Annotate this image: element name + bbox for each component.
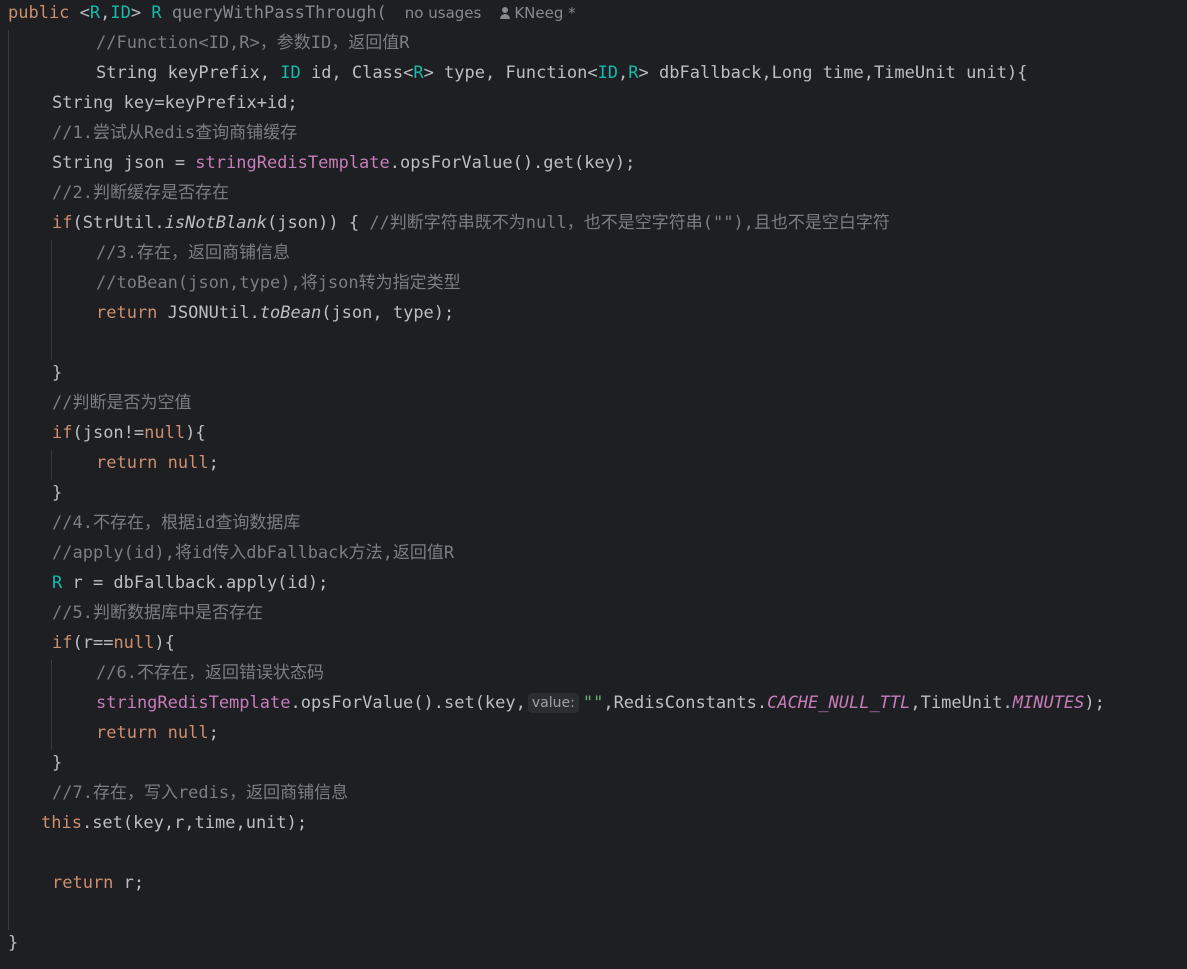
code-line-1[interactable]: public <R,ID> R queryWithPassThrough(no … [8, 0, 576, 28]
comment: //Function<ID,R>，参数ID，返回值R [96, 33, 410, 53]
comment: //toBean(json,type),将json转为指定类型 [96, 273, 461, 293]
code-line-21[interactable]: //5.判断数据库中是否存在 [52, 598, 263, 628]
comment: //7.存在，写入redis，返回商铺信息 [52, 783, 349, 803]
code-line-15[interactable]: if(json!=null){ [52, 418, 206, 448]
code-editor[interactable]: public <R,ID> R queryWithPassThrough(no … [0, 0, 1187, 969]
code-line-2[interactable]: //Function<ID,R>，参数ID，返回值R [96, 28, 409, 58]
code-line-5[interactable]: //1.尝试从Redis查询商铺缓存 [52, 118, 297, 148]
code-line-11[interactable]: return JSONUtil.toBean(json, type); [96, 298, 454, 328]
code-line-8[interactable]: if(StrUtil.isNotBlank(json)) { //判断字符串既不… [52, 208, 890, 238]
comment: //6.不存在，返回错误状态码 [96, 663, 324, 683]
type-param: ID [110, 3, 131, 23]
code-line-18[interactable]: //4.不存在，根据id查询数据库 [52, 508, 300, 538]
parameter-hint: value: [527, 693, 579, 713]
code-line-30[interactable]: return r; [52, 868, 144, 898]
code-line-4[interactable]: String key=keyPrefix+id; [52, 88, 298, 118]
comment: //1.尝试从Redis查询商铺缓存 [52, 123, 298, 143]
indent-guide [8, 30, 9, 930]
code-line-27[interactable]: //7.存在，写入redis，返回商铺信息 [52, 778, 348, 808]
code-line-14[interactable]: //判断是否为空值 [52, 388, 191, 418]
comment: //2.判断缓存是否存在 [52, 183, 229, 203]
method-name: queryWithPassThrough( [161, 3, 387, 23]
code-line-19[interactable]: //apply(id),将id传入dbFallback方法,返回值R [52, 538, 454, 568]
comment: //判断是否为空值 [52, 393, 192, 413]
comment: //5.判断数据库中是否存在 [52, 603, 263, 623]
indent-guide [51, 240, 52, 360]
code-line-25[interactable]: return null; [96, 718, 219, 748]
code-line-9[interactable]: //3.存在，返回商铺信息 [96, 238, 290, 268]
code-line-10[interactable]: //toBean(json,type),将json转为指定类型 [96, 268, 461, 298]
code-line-23[interactable]: //6.不存在，返回错误状态码 [96, 658, 324, 688]
field-name: stringRedisTemplate [195, 153, 390, 173]
usages-hint[interactable]: no usages [405, 4, 482, 22]
indent-guide [51, 450, 52, 480]
keyword: public [8, 3, 70, 23]
constant: CACHE_NULL_TTL [767, 693, 911, 713]
code-line-3[interactable]: String keyPrefix, ID id, Class<R> type, … [96, 58, 1027, 88]
code-line-24[interactable]: stringRedisTemplate.opsForValue().set(ke… [96, 688, 1105, 718]
constant: MINUTES [1012, 693, 1085, 713]
code-line-32[interactable]: } [8, 928, 18, 958]
comment: //apply(id),将id传入dbFallback方法,返回值R [52, 543, 455, 563]
code-line-22[interactable]: if(r==null){ [52, 628, 175, 658]
code-line-17[interactable]: } [52, 478, 62, 508]
return-type: R [151, 3, 162, 23]
indent-guide [51, 660, 52, 750]
code-line-6[interactable]: String json = stringRedisTemplate.opsFor… [52, 148, 635, 178]
string-literal: "" [582, 693, 604, 713]
author-hint[interactable]: KNeeg * [499, 4, 576, 22]
comment: //判断字符串既不为null，也不是空字符串(""),且也不是空白字符 [369, 213, 890, 233]
type-param: R [89, 3, 101, 23]
code-line-20[interactable]: R r = dbFallback.apply(id); [52, 568, 328, 598]
comment: //3.存在，返回商铺信息 [96, 243, 290, 263]
code-line-28[interactable]: this.set(key,r,time,unit); [41, 808, 307, 838]
code-line-7[interactable]: //2.判断缓存是否存在 [52, 178, 229, 208]
field-name: stringRedisTemplate [96, 693, 291, 713]
user-icon [499, 7, 511, 19]
code-line-13[interactable]: } [52, 358, 62, 388]
code-line-26[interactable]: } [52, 748, 62, 778]
author-name: KNeeg * [514, 4, 576, 22]
comment: //4.不存在，根据id查询数据库 [52, 513, 301, 533]
code-line-16[interactable]: return null; [96, 448, 219, 478]
